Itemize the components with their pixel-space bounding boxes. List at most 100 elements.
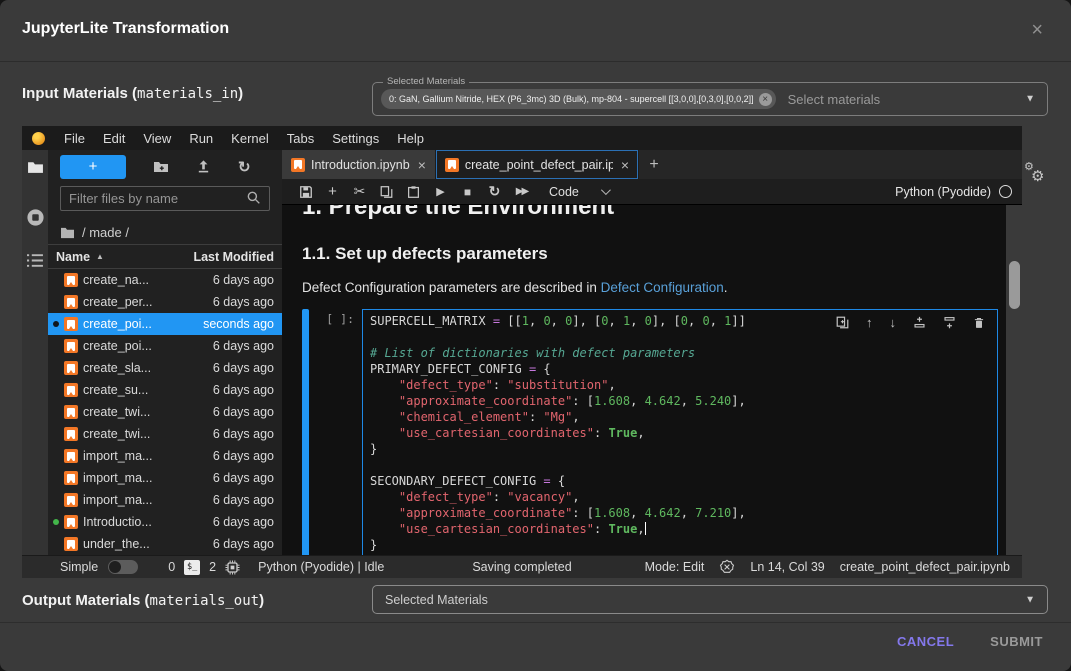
file-row[interactable]: create_twi...6 days ago xyxy=(48,401,282,423)
file-row[interactable]: under_the...6 days ago xyxy=(48,533,282,555)
breadcrumb[interactable]: / made / xyxy=(48,220,282,244)
code-token: # List of dictionaries with defect param… xyxy=(370,346,695,360)
file-name: create_poi... xyxy=(83,317,198,331)
dot-spacer xyxy=(53,409,59,415)
file-row[interactable]: import_ma...6 days ago xyxy=(48,445,282,467)
output-materials-select[interactable]: Selected Materials ▼ xyxy=(372,585,1048,614)
delete-cell-icon[interactable] xyxy=(973,316,985,330)
notebook-file-icon-page xyxy=(67,276,75,285)
restart-kernel-icon[interactable]: ↻ xyxy=(481,181,508,203)
menu-tabs[interactable]: Tabs xyxy=(278,131,323,146)
defect-configuration-link[interactable]: Defect Configuration xyxy=(601,280,724,295)
insert-cell-above-icon[interactable] xyxy=(913,316,926,329)
cancel-button[interactable]: CANCEL xyxy=(897,634,954,649)
file-name: create_per... xyxy=(83,295,208,309)
move-cell-down-icon[interactable]: ↓ xyxy=(890,315,897,330)
input-materials-label: Input Materials (materials_in) xyxy=(22,85,243,102)
refresh-icon[interactable]: ↻ xyxy=(238,158,251,176)
upload-icon[interactable] xyxy=(196,159,211,174)
filter-files-box[interactable] xyxy=(60,186,270,211)
code-token: 0 xyxy=(702,314,709,328)
submit-button[interactable]: SUBMIT xyxy=(990,634,1043,649)
home-folder-icon[interactable] xyxy=(60,226,75,239)
move-cell-up-icon[interactable]: ↑ xyxy=(866,315,873,330)
trust-shield-icon[interactable] xyxy=(719,559,735,575)
cut-cells-icon[interactable]: ✂ xyxy=(346,181,373,203)
add-tab-button[interactable]: + xyxy=(639,150,669,179)
file-row[interactable]: create_poi...6 days ago xyxy=(48,335,282,357)
notebook-file-icon xyxy=(445,158,459,172)
new-folder-icon[interactable] xyxy=(153,159,169,175)
menu-bar: FileEditViewRunKernelTabsSettingsHelp xyxy=(22,126,1022,150)
insert-cell-icon[interactable]: + xyxy=(319,181,346,203)
session-counts[interactable]: 0 $_ 2 xyxy=(168,560,240,575)
chevron-down-icon[interactable]: ▼ xyxy=(1025,94,1035,105)
notebook-file-icon xyxy=(64,427,78,441)
menu-help[interactable]: Help xyxy=(388,131,433,146)
notebook-file-icon xyxy=(64,471,78,485)
selected-material-chip[interactable]: 0: GaN, Gallium Nitride, HEX (P6_3mc) 3D… xyxy=(381,89,776,109)
menu-run[interactable]: Run xyxy=(180,131,222,146)
tab-inactive[interactable]: Introduction.ipynb× xyxy=(282,150,436,179)
cursor-position[interactable]: Ln 14, Col 39 xyxy=(750,560,824,574)
file-row[interactable]: create_na...6 days ago xyxy=(48,269,282,291)
running-kernels-tab-icon[interactable] xyxy=(26,208,45,227)
kernel-status-text[interactable]: Python (Pyodide) | Idle xyxy=(258,560,384,574)
file-row[interactable]: create_per...6 days ago xyxy=(48,291,282,313)
run-cell-icon[interactable]: ▶ xyxy=(427,181,454,203)
code-token: PRIMARY_DEFECT_CONFIG xyxy=(370,362,529,376)
file-row[interactable]: Introductio...6 days ago xyxy=(48,511,282,533)
file-row[interactable]: create_su...6 days ago xyxy=(48,379,282,401)
file-list-header[interactable]: Name ▲ Last Modified xyxy=(48,244,282,269)
tab-close-icon[interactable]: × xyxy=(418,157,426,173)
file-row[interactable]: create_twi...6 days ago xyxy=(48,423,282,445)
code-token: [[ xyxy=(500,314,522,328)
scrollbar-thumb[interactable] xyxy=(1009,261,1020,309)
tab-close-icon[interactable]: × xyxy=(621,157,629,173)
file-row[interactable]: create_poi...seconds ago xyxy=(48,313,282,335)
settings-gears-icon[interactable]: ⚙ ⚙ xyxy=(1024,160,1054,190)
duplicate-cell-icon[interactable] xyxy=(836,316,849,329)
interrupt-kernel-icon[interactable]: ■ xyxy=(454,181,481,203)
cell-type-dropdown[interactable]: Code xyxy=(549,185,608,199)
menu-settings[interactable]: Settings xyxy=(323,131,388,146)
file-name: under_the... xyxy=(83,537,208,551)
column-last-modified[interactable]: Last Modified xyxy=(193,250,274,264)
file-row[interactable]: import_ma...6 days ago xyxy=(48,467,282,489)
save-icon[interactable] xyxy=(292,181,319,203)
kernel-name[interactable]: Python (Pyodide) xyxy=(895,185,991,199)
notebook-scrollbar[interactable] xyxy=(1006,205,1022,555)
kernel-status-icon[interactable] xyxy=(999,185,1012,198)
code-token: , xyxy=(572,490,579,504)
menu-file[interactable]: File xyxy=(55,131,94,146)
insert-cell-below-icon[interactable] xyxy=(943,316,956,329)
menu-kernel[interactable]: Kernel xyxy=(222,131,278,146)
file-browser-tab-icon[interactable] xyxy=(27,159,44,176)
menu-view[interactable]: View xyxy=(134,131,180,146)
copy-cells-icon[interactable] xyxy=(373,181,400,203)
file-row[interactable]: import_ma...6 days ago xyxy=(48,489,282,511)
table-of-contents-tab-icon[interactable] xyxy=(27,253,44,268)
dialog-close-icon[interactable]: × xyxy=(1031,20,1043,40)
column-name[interactable]: Name xyxy=(56,250,90,264)
filter-files-input[interactable] xyxy=(69,191,246,206)
new-launcher-button[interactable]: + xyxy=(60,155,126,179)
paste-cells-icon[interactable] xyxy=(400,181,427,203)
tab-active[interactable]: create_point_defect_pair.ip× xyxy=(436,150,639,179)
chip-remove-icon[interactable]: × xyxy=(759,93,772,106)
file-row[interactable]: create_sla...6 days ago xyxy=(48,357,282,379)
file-name: create_su... xyxy=(83,383,208,397)
chevron-down-icon[interactable]: ▼ xyxy=(1025,594,1035,605)
code-token: "use_cartesian_coordinates" xyxy=(399,426,594,440)
menu-edit[interactable]: Edit xyxy=(94,131,134,146)
restart-run-all-icon[interactable]: ▶▶ xyxy=(508,181,535,203)
code-editor[interactable]: SUPERCELL_MATRIX = [[1, 0, 0], [0, 1, 0]… xyxy=(362,309,998,555)
file-modified: 6 days ago xyxy=(213,515,274,529)
input-materials-select[interactable]: Selected Materials 0: GaN, Gallium Nitri… xyxy=(372,82,1048,116)
notebook-file-icon xyxy=(64,339,78,353)
tab-bar: Introduction.ipynb×create_point_defect_p… xyxy=(282,150,1022,179)
code-cell[interactable]: [ ]: SUPERCELL_MATRIX = [[1, 0, 0], [0, … xyxy=(302,309,998,555)
notebook-file-icon-page xyxy=(294,160,302,169)
simple-mode-toggle[interactable] xyxy=(108,560,138,574)
cell-collapser[interactable] xyxy=(302,309,309,555)
